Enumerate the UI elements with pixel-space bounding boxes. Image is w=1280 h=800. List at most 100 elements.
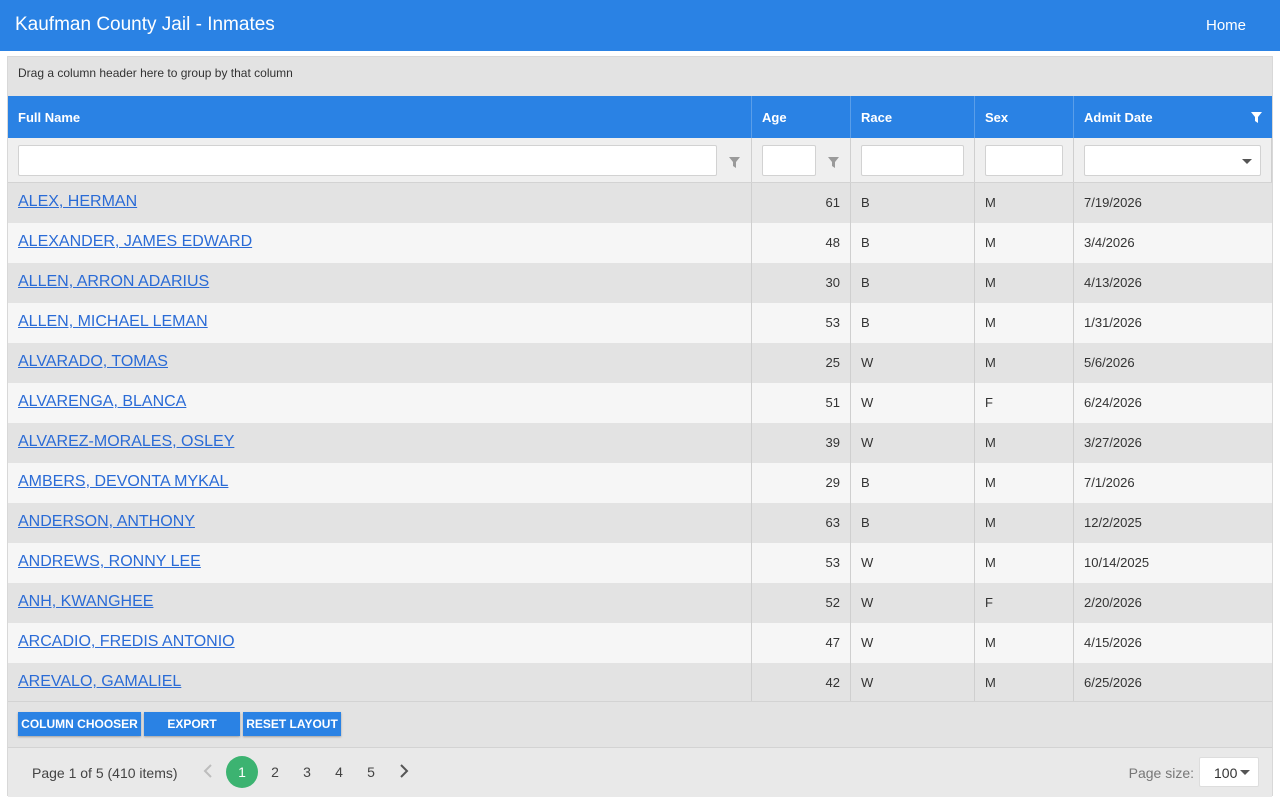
age-cell: 47 <box>825 635 840 650</box>
inmate-name-link[interactable]: ALVARADO, TOMAS <box>18 353 168 370</box>
page-info: Page 1 of 5 (410 items) <box>32 765 178 781</box>
race-cell: B <box>861 275 870 290</box>
table-row[interactable]: ANH, KWANGHEE 52 W F 2/20/2026 <box>8 583 1272 623</box>
inmate-name-link[interactable]: ARCADIO, FREDIS ANTONIO <box>18 633 235 650</box>
age-cell: 39 <box>825 435 840 450</box>
page-size-select[interactable]: 100 <box>1199 757 1259 787</box>
inmate-name-link[interactable]: ANDERSON, ANTHONY <box>18 513 195 530</box>
inmate-name-link[interactable]: ALEXANDER, JAMES EDWARD <box>18 233 252 250</box>
admit-date-cell: 6/25/2026 <box>1084 675 1142 690</box>
table-row[interactable]: ARCADIO, FREDIS ANTONIO 47 W M 4/15/2026 <box>8 623 1272 663</box>
age-cell: 52 <box>825 595 840 610</box>
sex-cell: M <box>985 195 996 210</box>
table-row[interactable]: AREVALO, GAMALIEL 42 W M 6/25/2026 <box>8 663 1272 701</box>
table-row[interactable]: ALLEN, ARRON ADARIUS 30 B M 4/13/2026 <box>8 263 1272 303</box>
pager: Page 1 of 5 (410 items) 1 2 3 4 5 Page s… <box>8 747 1272 797</box>
page-button-1[interactable]: 1 <box>226 756 258 788</box>
chevron-left-icon[interactable] <box>203 763 213 782</box>
sex-cell: M <box>985 555 996 570</box>
page-size-label: Page size: <box>1128 765 1194 781</box>
admit-date-cell: 10/14/2025 <box>1084 555 1150 570</box>
race-cell: W <box>861 675 874 690</box>
race-cell: B <box>861 475 870 490</box>
sex-cell: M <box>985 475 996 490</box>
page-button-4[interactable]: 4 <box>323 756 355 788</box>
inmate-name-link[interactable]: ANH, KWANGHEE <box>18 593 153 610</box>
inmate-name-link[interactable]: ALVAREZ-MORALES, OSLEY <box>18 433 234 450</box>
sex-cell: M <box>985 435 996 450</box>
sex-cell: M <box>985 355 996 370</box>
race-filter-input[interactable] <box>861 145 964 176</box>
age-cell: 29 <box>825 475 840 490</box>
full-name-filter-input[interactable] <box>18 145 717 176</box>
inmate-name-link[interactable]: ALEX, HERMAN <box>18 193 137 210</box>
full-name-filter-icon[interactable] <box>729 155 740 173</box>
age-cell: 30 <box>825 275 840 290</box>
column-header-admit-date[interactable]: Admit Date <box>1074 96 1272 138</box>
table-row[interactable]: ALVARENGA, BLANCA 51 W F 6/24/2026 <box>8 383 1272 423</box>
column-chooser-button[interactable]: COLUMN CHOOSER <box>18 712 141 736</box>
table-row[interactable]: AMBERS, DEVONTA MYKAL 29 B M 7/1/2026 <box>8 463 1272 503</box>
table-row[interactable]: ALEXANDER, JAMES EDWARD 48 B M 3/4/2026 <box>8 223 1272 263</box>
inmate-name-link[interactable]: AREVALO, GAMALIEL <box>18 673 181 690</box>
page-button-3[interactable]: 3 <box>291 756 323 788</box>
export-button[interactable]: EXPORT <box>144 712 240 736</box>
race-cell: W <box>861 395 874 410</box>
age-cell: 42 <box>825 675 840 690</box>
inmates-grid: Drag a column header here to group by th… <box>7 56 1273 797</box>
column-header-full-name[interactable]: Full Name <box>8 96 752 138</box>
sex-cell: F <box>985 395 993 410</box>
page-title: Kaufman County Jail - Inmates <box>15 14 275 35</box>
age-filter-icon[interactable] <box>828 155 839 173</box>
admit-date-filter-select[interactable] <box>1084 145 1261 176</box>
admit-date-cell: 7/19/2026 <box>1084 195 1142 210</box>
page-button-2[interactable]: 2 <box>259 756 291 788</box>
inmate-name-link[interactable]: ALVARENGA, BLANCA <box>18 393 186 410</box>
grid-header-row: Full Name Age Race Sex Admit Date <box>8 96 1272 138</box>
table-row[interactable]: ANDREWS, RONNY LEE 53 W M 10/14/2025 <box>8 543 1272 583</box>
admit-date-cell: 4/13/2026 <box>1084 275 1142 290</box>
table-row[interactable]: ALVARADO, TOMAS 25 W M 5/6/2026 <box>8 343 1272 383</box>
sex-cell: F <box>985 595 993 610</box>
race-cell: W <box>861 435 874 450</box>
column-header-sex[interactable]: Sex <box>975 96 1074 138</box>
table-row[interactable]: ALLEN, MICHAEL LEMAN 53 B M 1/31/2026 <box>8 303 1272 343</box>
age-filter-input[interactable] <box>762 145 816 176</box>
inmate-name-link[interactable]: ALLEN, MICHAEL LEMAN <box>18 313 208 330</box>
race-cell: W <box>861 635 874 650</box>
filter-row <box>8 138 1272 183</box>
admit-date-cell: 1/31/2026 <box>1084 315 1142 330</box>
admit-date-cell: 3/4/2026 <box>1084 235 1135 250</box>
home-link[interactable]: Home <box>1206 17 1246 34</box>
table-row[interactable]: ALVAREZ-MORALES, OSLEY 39 W M 3/27/2026 <box>8 423 1272 463</box>
header-filter-icon[interactable] <box>1251 111 1262 126</box>
inmate-name-link[interactable]: ALLEN, ARRON ADARIUS <box>18 273 209 290</box>
age-cell: 53 <box>825 555 840 570</box>
admit-date-cell: 6/24/2026 <box>1084 395 1142 410</box>
race-cell: B <box>861 515 870 530</box>
sex-cell: M <box>985 515 996 530</box>
sex-cell: M <box>985 315 996 330</box>
age-cell: 61 <box>825 195 840 210</box>
column-header-age[interactable]: Age <box>752 96 851 138</box>
race-cell: W <box>861 355 874 370</box>
chevron-down-icon <box>1240 770 1250 775</box>
reset-layout-button[interactable]: RESET LAYOUT <box>243 712 341 736</box>
table-row[interactable]: ANDERSON, ANTHONY 63 B M 12/2/2025 <box>8 503 1272 543</box>
admit-date-cell: 2/20/2026 <box>1084 595 1142 610</box>
sex-cell: M <box>985 635 996 650</box>
group-panel[interactable]: Drag a column header here to group by th… <box>8 57 1272 96</box>
inmate-name-link[interactable]: ANDREWS, RONNY LEE <box>18 553 201 570</box>
table-row[interactable]: ALEX, HERMAN 61 B M 7/19/2026 <box>8 183 1272 223</box>
chevron-right-icon[interactable] <box>399 763 409 782</box>
inmate-name-link[interactable]: AMBERS, DEVONTA MYKAL <box>18 473 228 490</box>
age-cell: 25 <box>825 355 840 370</box>
sex-cell: M <box>985 675 996 690</box>
admit-date-cell: 5/6/2026 <box>1084 355 1135 370</box>
column-header-race[interactable]: Race <box>851 96 975 138</box>
grid-body: ALEX, HERMAN 61 B M 7/19/2026 ALEXANDER, JAME… <box>8 183 1272 701</box>
race-cell: B <box>861 235 870 250</box>
sex-filter-input[interactable] <box>985 145 1063 176</box>
admit-date-cell: 3/27/2026 <box>1084 435 1142 450</box>
page-button-5[interactable]: 5 <box>355 756 387 788</box>
